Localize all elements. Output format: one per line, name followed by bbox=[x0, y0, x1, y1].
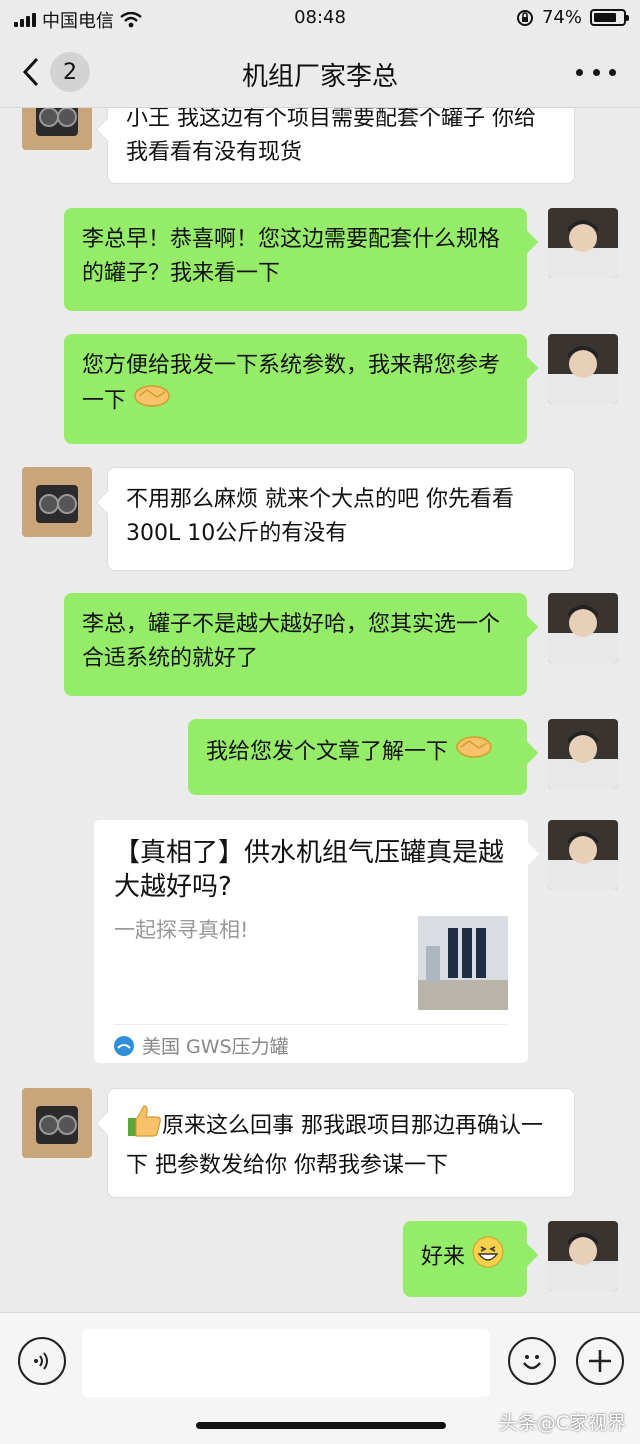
rotation-lock-icon bbox=[516, 9, 533, 26]
contact-avatar[interactable] bbox=[22, 467, 92, 537]
card-divider bbox=[114, 1024, 508, 1025]
my-avatar[interactable] bbox=[548, 593, 618, 663]
message-text: 小王 我这边有个项目需要配套个罐子 你给我看看有没有现货 bbox=[126, 108, 536, 165]
plus-icon bbox=[589, 1350, 611, 1372]
home-indicator[interactable] bbox=[196, 1422, 446, 1429]
message-text: 好来 bbox=[421, 1244, 466, 1270]
my-avatar[interactable] bbox=[548, 208, 618, 278]
message-text: 原来这么回事 那我跟项目那边再确认一下 把参数发给你 你帮我参谋一下 bbox=[126, 1113, 543, 1179]
status-right: 74% bbox=[516, 7, 629, 28]
message-text: 我给您发个文章了解一下 bbox=[206, 739, 449, 765]
message-bubble-sent[interactable]: 我给您发个文章了解一下 bbox=[188, 719, 527, 795]
source-logo-icon bbox=[114, 1035, 134, 1056]
status-bar: 中国电信 08:48 74% bbox=[0, 0, 640, 36]
article-source: 美国 GWS压力罐 bbox=[114, 1032, 289, 1059]
battery-percent: 74% bbox=[541, 7, 582, 28]
handshake-emoji-icon bbox=[133, 383, 171, 420]
dot-icon bbox=[609, 68, 616, 76]
more-options-button[interactable] bbox=[576, 58, 616, 86]
message-bubble-sent[interactable]: 李总，罐子不是越大越好哈，您其实选一个合适系统的就好了 bbox=[64, 593, 527, 696]
message-text: 李总早！恭喜啊！您这边需要配套什么规格的罐子？我来看一下 bbox=[82, 227, 501, 286]
message-bubble-received[interactable]: 原来这么回事 那我跟项目那边再确认一下 把参数发给你 你帮我参谋一下 bbox=[107, 1088, 575, 1198]
my-avatar[interactable] bbox=[548, 1221, 618, 1291]
my-avatar[interactable] bbox=[548, 719, 618, 789]
chat-title: 机组厂家李总 bbox=[241, 62, 398, 92]
article-title: 【真相了】供水机组气压罐真是越大越好吗? bbox=[114, 838, 505, 902]
message-text: 不用那么麻烦 就来个大点的吧 你先看看300L 10公斤的有没有 bbox=[126, 487, 514, 546]
message-bubble-received[interactable]: 不用那么麻烦 就来个大点的吧 你先看看300L 10公斤的有没有 bbox=[107, 467, 575, 571]
emoji-button[interactable] bbox=[508, 1337, 556, 1385]
grin-emoji-icon bbox=[472, 1236, 504, 1279]
voice-icon bbox=[34, 1352, 48, 1370]
article-description: 一起探寻真相! bbox=[114, 918, 249, 942]
message-text: 李总，罐子不是越大越好哈，您其实选一个合适系统的就好了 bbox=[82, 612, 501, 671]
contact-avatar[interactable] bbox=[22, 1088, 92, 1158]
message-bubble-received[interactable]: 小王 我这边有个项目需要配套个罐子 你给我看看有没有现货 bbox=[107, 108, 575, 184]
battery-icon bbox=[590, 9, 629, 26]
source-name: 美国 GWS压力罐 bbox=[142, 1036, 289, 1058]
my-avatar[interactable] bbox=[548, 334, 618, 404]
dot-icon bbox=[576, 68, 583, 76]
message-bubble-sent[interactable]: 好来 bbox=[403, 1221, 527, 1297]
message-list[interactable]: 小王 我这边有个项目需要配套个罐子 你给我看看有没有现货 李总早！恭喜啊！您这边… bbox=[0, 108, 640, 1312]
handshake-emoji-icon bbox=[455, 734, 493, 771]
article-link-card[interactable]: 【真相了】供水机组气压罐真是越大越好吗? 一起探寻真相! 美国 GWS压力罐 bbox=[94, 820, 528, 1063]
message-bubble-sent[interactable]: 您方便给我发一下系统参数，我来帮您参考一下 bbox=[64, 334, 527, 444]
thumbs-up-emoji-icon bbox=[126, 1104, 162, 1149]
contact-avatar[interactable] bbox=[22, 108, 92, 150]
watermark-text: 头条@C家视界 bbox=[498, 1412, 626, 1434]
chat-header: 2 机组厂家李总 bbox=[0, 36, 640, 108]
smiley-icon bbox=[523, 1355, 541, 1370]
more-functions-button[interactable] bbox=[576, 1337, 624, 1385]
my-avatar[interactable] bbox=[548, 820, 618, 890]
message-bubble-sent[interactable]: 李总早！恭喜啊！您这边需要配套什么规格的罐子？我来看一下 bbox=[64, 208, 527, 311]
dot-icon bbox=[592, 68, 600, 76]
voice-input-button[interactable] bbox=[18, 1337, 66, 1385]
article-thumbnail bbox=[418, 916, 508, 1010]
message-input[interactable] bbox=[82, 1329, 490, 1397]
